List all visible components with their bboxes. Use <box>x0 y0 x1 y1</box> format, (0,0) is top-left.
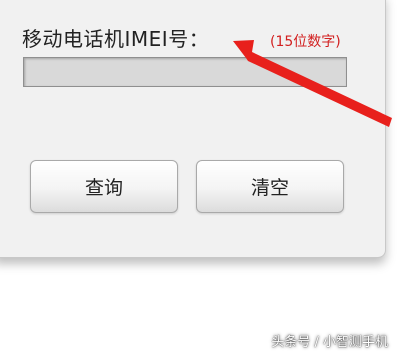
watermark: 头条号 / 小智测手机 <box>271 335 388 350</box>
query-button[interactable]: 查询 <box>30 160 178 213</box>
imei-label: 移动电话机IMEI号： <box>22 27 210 51</box>
imei-input[interactable] <box>23 57 347 87</box>
imei-digit-hint: (15位数字) <box>270 34 341 50</box>
clear-button[interactable]: 清空 <box>196 160 344 213</box>
